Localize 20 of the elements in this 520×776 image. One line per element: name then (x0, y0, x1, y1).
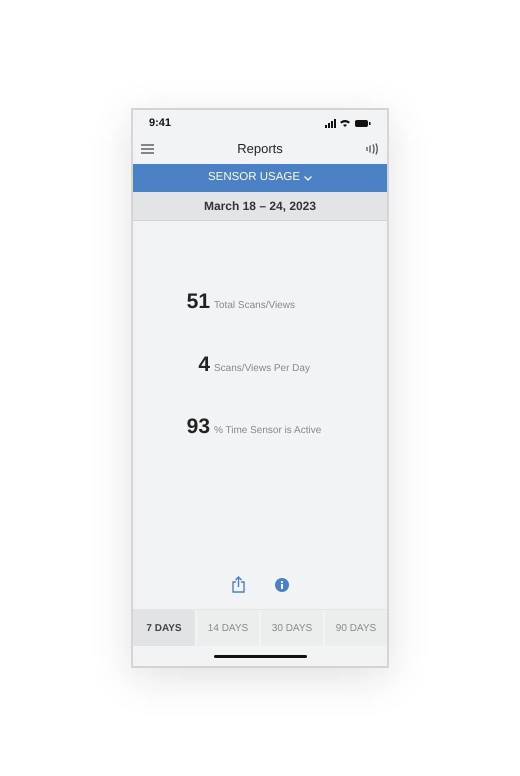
period-tab[interactable]: 7 DAYS (133, 610, 195, 646)
contactless-icon[interactable] (366, 142, 379, 154)
stat-value: 4 (197, 352, 211, 378)
period-tab[interactable]: 14 DAYS (197, 610, 259, 646)
stat-label: Total Scans/Views (214, 299, 296, 313)
status-icons (325, 119, 371, 128)
stat-label: % Time Sensor is Active (214, 424, 322, 438)
status-time: 9:41 (149, 116, 172, 132)
stat-value: 51 (186, 289, 211, 315)
period-tab[interactable]: 90 DAYS (325, 610, 387, 646)
share-icon[interactable] (232, 576, 244, 593)
stat-value: 93 (186, 414, 211, 440)
stat-label: Scans/Views Per Day (214, 362, 311, 376)
menu-icon[interactable] (141, 144, 154, 154)
period-tab[interactable]: 30 DAYS (261, 610, 323, 646)
header-title: Reports (237, 140, 283, 158)
report-selector[interactable]: SENSOR USAGE (133, 164, 387, 192)
date-range: March 18 – 24, 2023 (204, 198, 316, 215)
info-icon[interactable] (274, 578, 288, 592)
chevron-down-icon (304, 176, 312, 180)
